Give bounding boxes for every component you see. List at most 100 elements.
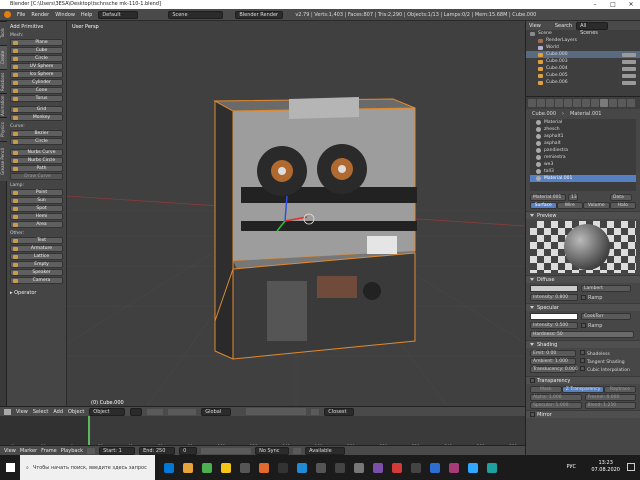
menu-object[interactable]: Object (68, 409, 84, 415)
material-slot[interactable]: pandiestra (530, 147, 636, 154)
shading-panel-header[interactable]: Shading (526, 340, 640, 348)
material-link-select[interactable]: Data (610, 194, 632, 201)
emit-field[interactable]: Emit: 0.00 (530, 350, 576, 357)
menu-help[interactable]: Help (81, 12, 92, 18)
data-tab-icon[interactable] (591, 99, 599, 107)
layout-select[interactable]: Default (98, 10, 139, 19)
transp-mask-button[interactable]: Mask (530, 386, 562, 393)
modifiers-tab-icon[interactable] (582, 99, 590, 107)
other-speaker-button[interactable]: Speaker (10, 269, 63, 276)
taskbar-app-icon[interactable] (335, 462, 345, 473)
tape-recorder-model[interactable] (213, 97, 417, 360)
taskbar-app-icon[interactable] (411, 462, 421, 473)
tl-menu-marker[interactable]: Marker (20, 448, 37, 454)
translucency-field[interactable]: Translucency: 0.000 (530, 366, 578, 373)
tab-animation[interactable]: Animation (0, 93, 7, 117)
taskbar-app-icon[interactable] (240, 462, 250, 473)
taskbar-app-icon[interactable] (430, 462, 440, 473)
taskbar-app-icon[interactable] (164, 462, 174, 473)
specular-alpha-field[interactable]: Specular: 1.000 (530, 402, 582, 409)
curve-path-button[interactable]: Path (10, 165, 63, 172)
operator-panel[interactable]: ▸ Operator (10, 290, 63, 296)
transp-z-button[interactable]: Z Transparency (561, 386, 605, 393)
mirror-panel-header[interactable]: Mirror (526, 410, 640, 418)
playback-controls[interactable] (201, 447, 252, 454)
outliner-row[interactable]: Cube.000 (526, 51, 640, 58)
mesh-torus-button[interactable]: Torus (10, 95, 63, 102)
material-tab-icon[interactable] (600, 99, 608, 107)
taskbar-app-icon[interactable] (449, 462, 459, 473)
object-tab-icon[interactable] (564, 99, 572, 107)
lamp-spot-button[interactable]: Spot (10, 205, 63, 212)
outliner-row[interactable]: Cube.005 (526, 72, 640, 79)
taskbar-app-icon[interactable] (487, 462, 497, 473)
material-slot[interactable]: remiestra (530, 154, 636, 161)
outliner-row[interactable]: Cube.006 (526, 79, 640, 86)
mesh-cube-button[interactable]: Cube (10, 47, 63, 54)
mesh-plane-button[interactable]: Plane (10, 39, 63, 46)
snap-icon[interactable] (311, 408, 320, 415)
taskbar-app-icon[interactable] (373, 462, 383, 473)
visibility-icon[interactable] (622, 59, 636, 64)
timeline[interactable]: -40-200204060801001201401601802002202402… (0, 416, 525, 449)
material-slot-list[interactable]: Material zhesch asphalt1 asphalt pandiestra r… (530, 119, 636, 191)
specular-panel-header[interactable]: Specular (526, 303, 640, 311)
mesh-uv-sphere-button[interactable]: UV Sphere (10, 63, 63, 70)
curve-circle-button[interactable]: Circle (10, 138, 63, 145)
current-frame-marker[interactable] (88, 416, 90, 445)
maximize-icon[interactable]: □ (604, 0, 622, 9)
outliner-row[interactable]: World (526, 44, 640, 51)
menu-file[interactable]: File (17, 12, 25, 18)
tab-physics[interactable]: Physics (0, 117, 7, 141)
material-slot[interactable]: tall3 (530, 168, 636, 175)
mesh-circle-button[interactable]: Circle (10, 55, 63, 62)
material-slot[interactable]: Material.001 (530, 175, 636, 182)
material-users-field[interactable]: 13 (568, 194, 578, 201)
tab-halo[interactable]: Halo (609, 202, 636, 209)
taskbar-app-icon[interactable] (202, 462, 212, 473)
other-empty-button[interactable]: Empty (10, 261, 63, 268)
curve-nurbs-curve-button[interactable]: Nurbs Curve (10, 149, 63, 156)
material-slot[interactable]: Material (530, 119, 636, 126)
physics-tab-icon[interactable] (627, 99, 635, 107)
material-slot[interactable]: asphalt (530, 140, 636, 147)
sync-select[interactable]: No Sync (255, 446, 290, 455)
end-frame-field[interactable]: End: 250 (139, 446, 176, 455)
other-camera-button[interactable]: Camera (10, 277, 63, 284)
tab-grease-pencil[interactable]: Grease Pencil (0, 141, 7, 181)
lamp-area-button[interactable]: Area (10, 221, 63, 228)
visibility-icon[interactable] (622, 80, 636, 85)
diffuse-color-swatch[interactable] (530, 285, 578, 292)
taskbar-app-icon[interactable] (183, 462, 193, 473)
mesh-grid-button[interactable]: Grid (10, 106, 63, 113)
blender-logo-icon[interactable] (4, 11, 11, 18)
tangent-shading-checkbox[interactable]: Tangent Shading (580, 358, 630, 366)
outliner-row[interactable]: RenderLayers (526, 37, 640, 44)
start-frame-field[interactable]: Start: 1 (99, 446, 136, 455)
taskbar-app-icon[interactable] (259, 462, 269, 473)
taskbar-app-icon[interactable] (392, 462, 402, 473)
diffuse-ramp-checkbox[interactable]: Ramp (581, 294, 602, 301)
language-indicator[interactable]: РУС (566, 464, 576, 470)
mesh-cone-button[interactable]: Cone (10, 87, 63, 94)
tab-volume[interactable]: Volume (583, 202, 610, 209)
keying-set-select[interactable]: Available (305, 446, 346, 455)
menu-view[interactable]: View (16, 409, 28, 415)
snap-target-select[interactable]: Closest (324, 407, 355, 416)
lamp-sun-button[interactable]: Sun (10, 197, 63, 204)
lamp-point-button[interactable]: Point (10, 189, 63, 196)
keyframe-icon[interactable] (293, 447, 302, 454)
taskbar-clock[interactable]: 13:23 07.08.2020 (591, 460, 620, 474)
diffuse-shader-select[interactable]: Lambert (581, 285, 631, 292)
preview-panel-header[interactable]: Preview (526, 211, 640, 219)
lamp-hemi-button[interactable]: Hemi (10, 213, 63, 220)
taskbar-search-input[interactable]: ⌕ Чтобы начать поиск, введите здесь запро… (20, 455, 155, 480)
tab-create[interactable]: Create (0, 45, 7, 69)
close-icon[interactable]: ✕ (622, 0, 640, 9)
hardness-field[interactable]: Hardness: 50 (530, 331, 634, 338)
other-armature-button[interactable]: Armature (10, 245, 63, 252)
tl-menu-playback[interactable]: Playback (61, 448, 83, 454)
specular-shader-select[interactable]: CookTorr (581, 313, 631, 320)
tab-tools[interactable]: Tools (0, 21, 7, 45)
preview-range-icon[interactable] (87, 447, 96, 454)
